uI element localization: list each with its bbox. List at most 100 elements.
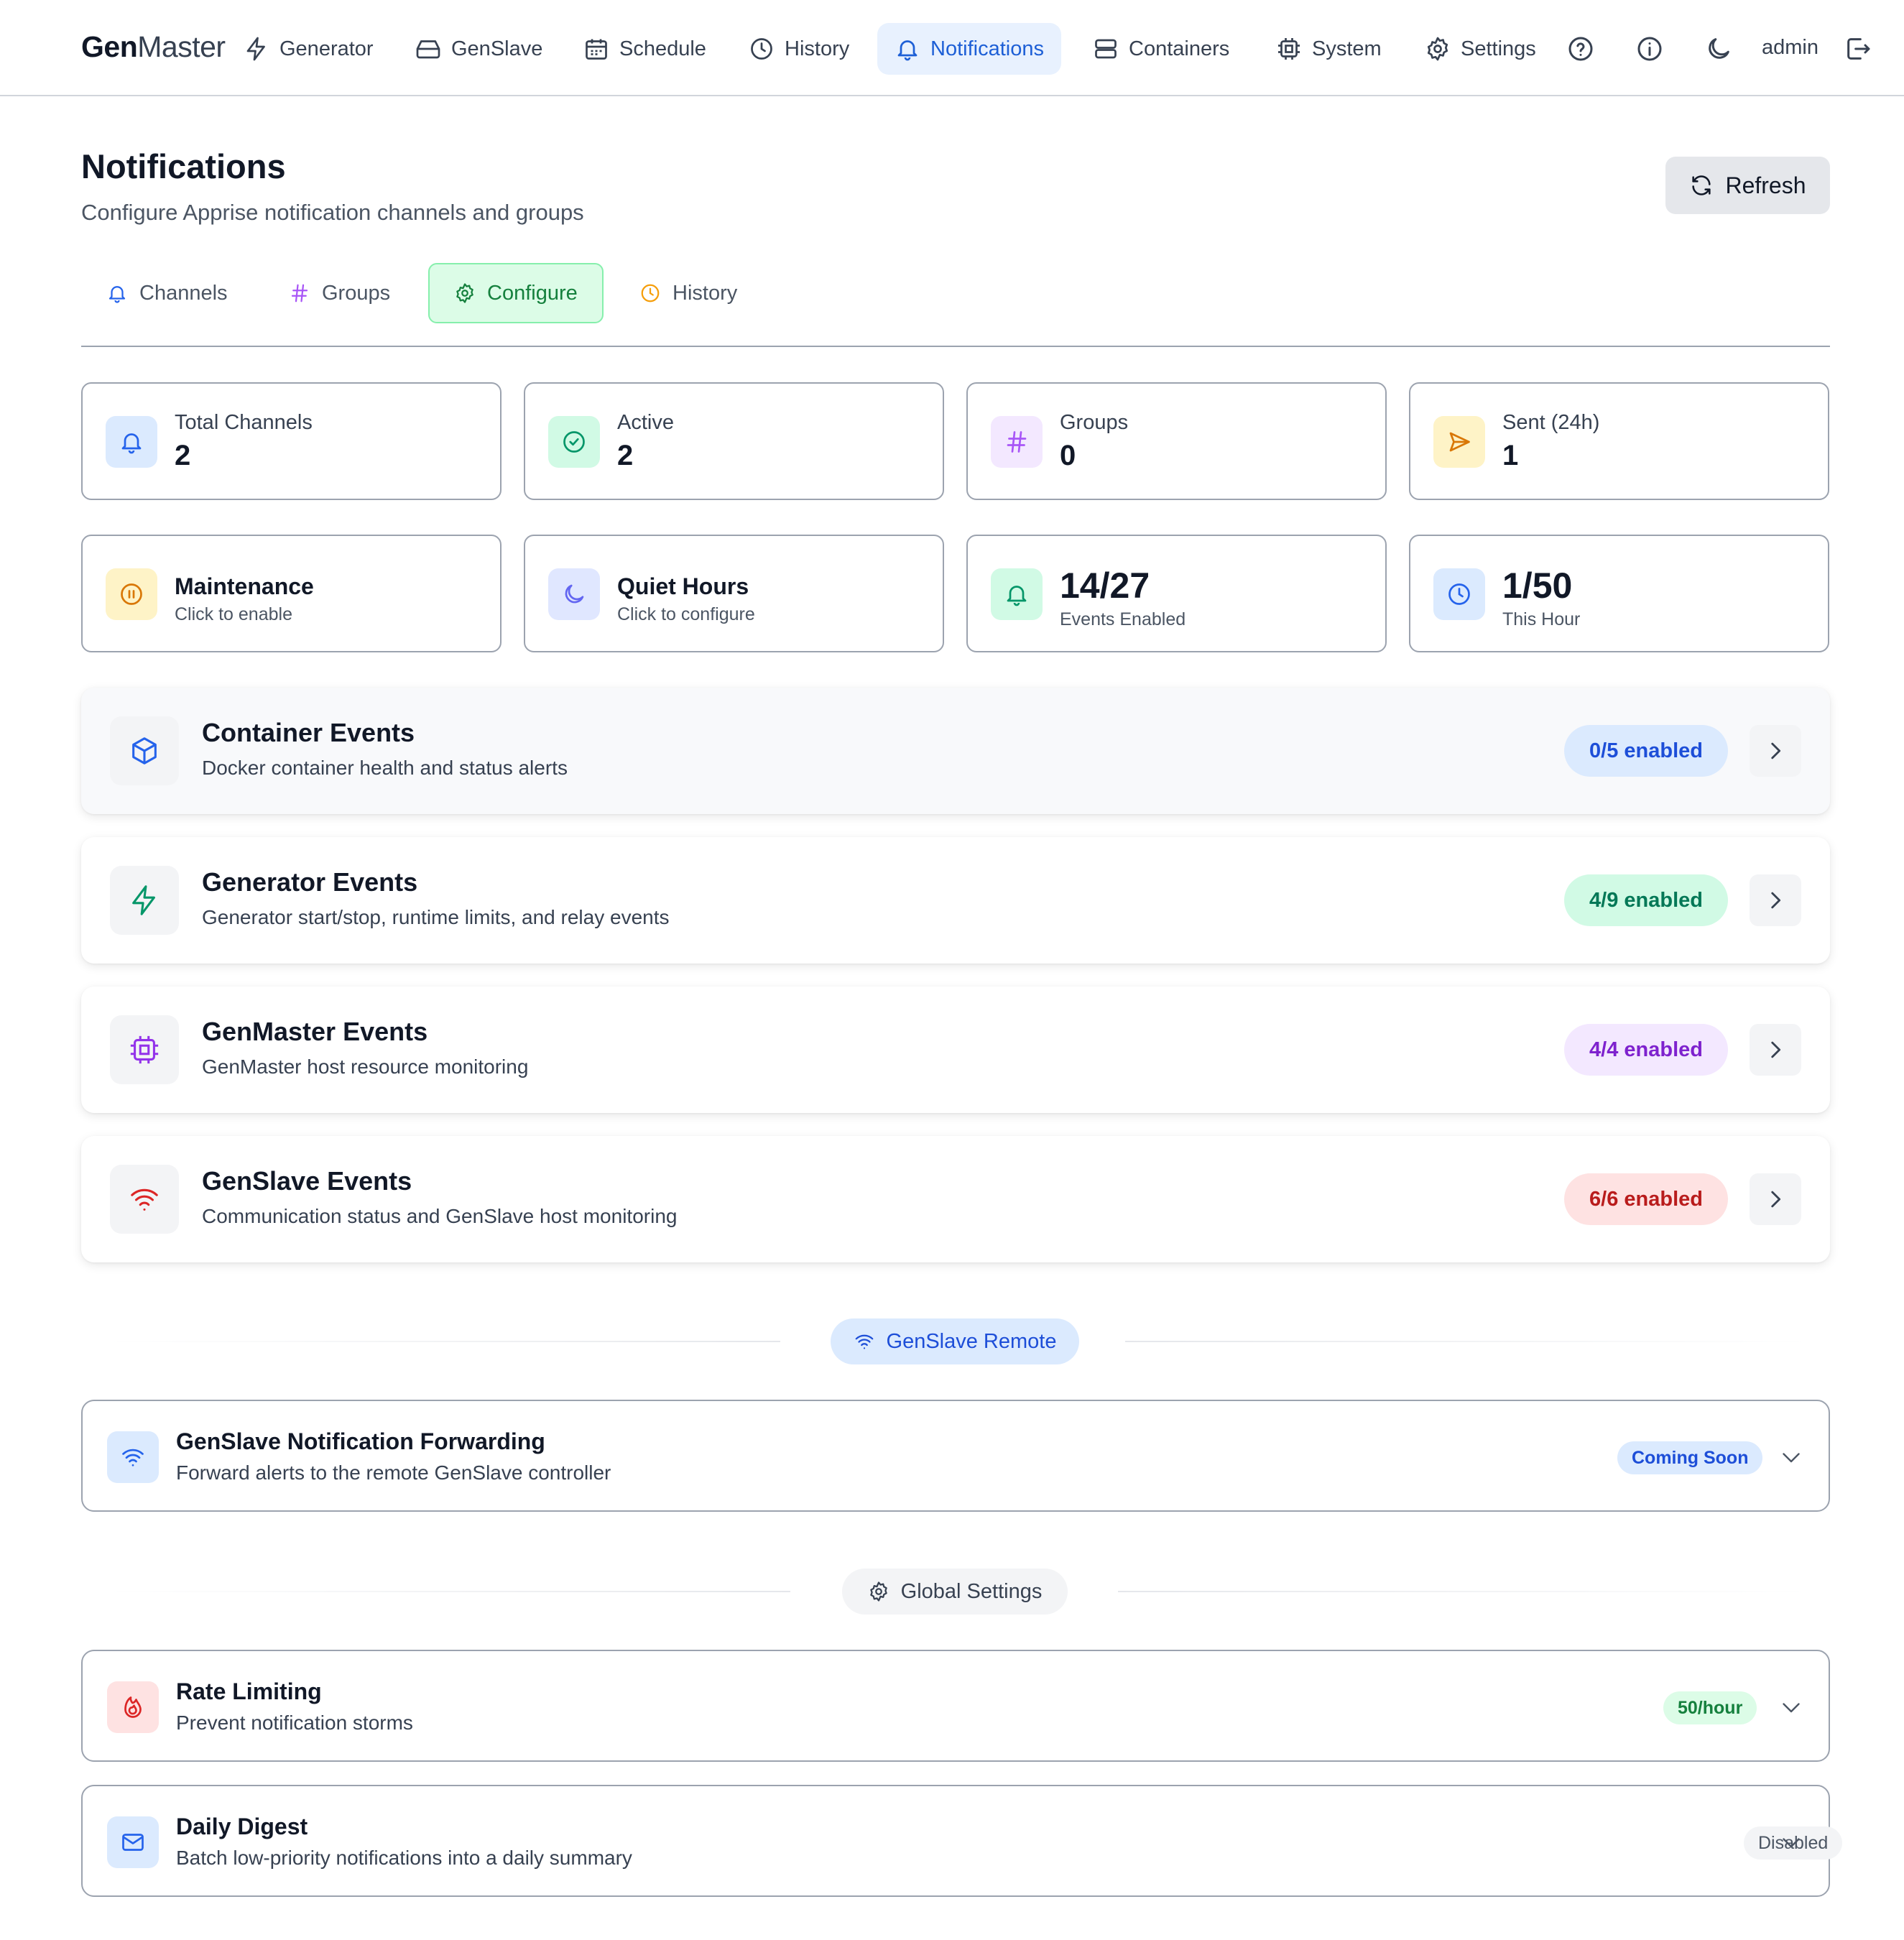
refresh-label: Refresh	[1725, 172, 1806, 198]
setting-description: Batch low-priority notifications into a …	[176, 1847, 632, 1869]
tab-groups[interactable]: Groups	[264, 263, 415, 323]
stat-total-channels: Total Channels 2	[81, 382, 502, 500]
page-subtitle: Configure Apprise notification channels …	[81, 200, 584, 225]
section-label-genslave-remote: GenSlave Remote	[831, 1318, 1079, 1364]
server-icon	[1095, 39, 1117, 59]
category-title: Generator Events	[202, 867, 418, 897]
nav-label: Generator	[279, 37, 374, 60]
brand-logo[interactable]: GenMaster	[81, 30, 226, 64]
category-generator-events[interactable]: Generator Events Generator start/stop, r…	[81, 837, 1830, 964]
bolt-icon	[110, 866, 179, 935]
category-description: Docker container health and status alert…	[202, 757, 568, 779]
bell-icon	[106, 416, 157, 468]
tab-channels[interactable]: Channels	[82, 263, 252, 323]
help-icon[interactable]	[1566, 34, 1595, 63]
nav-containers[interactable]: Containers	[1076, 23, 1247, 75]
logout-icon[interactable]	[1844, 34, 1872, 63]
moon-icon[interactable]	[1704, 34, 1733, 63]
refresh-icon	[1692, 175, 1711, 195]
nav-label: Settings	[1461, 37, 1536, 60]
rate-limit-badge: 50/hour	[1663, 1691, 1757, 1724]
category-title: Container Events	[202, 718, 415, 747]
section-divider-line	[108, 1591, 790, 1592]
tab-divider	[81, 346, 1830, 347]
nav-schedule[interactable]: Schedule	[566, 23, 724, 75]
nav-label: Schedule	[619, 37, 706, 60]
tab-history[interactable]: History	[615, 263, 762, 323]
check-circle-icon	[548, 416, 600, 468]
stat-label: Sent (24h)	[1502, 411, 1600, 434]
enabled-count-badge: 6/6 enabled	[1564, 1173, 1728, 1225]
chevron-down-icon[interactable]	[1778, 1444, 1804, 1470]
section-label-global-settings: Global Settings	[842, 1569, 1068, 1615]
maintenance-title: Maintenance	[175, 573, 314, 599]
quiet-hours-subtitle: Click to configure	[617, 604, 755, 624]
enabled-count-badge: 0/5 enabled	[1564, 725, 1728, 777]
mail-icon	[107, 1816, 159, 1868]
chevron-down-icon[interactable]	[1778, 1829, 1804, 1855]
category-description: Communication status and GenSlave host m…	[202, 1205, 678, 1227]
chevron-right-icon	[1771, 1041, 1781, 1058]
nav-generator[interactable]: Generator	[226, 23, 391, 75]
coming-soon-badge: Coming Soon	[1617, 1441, 1763, 1474]
stat-label: Events Enabled	[1060, 609, 1186, 629]
setting-title: Rate Limiting	[176, 1678, 322, 1704]
page-title: Notifications	[81, 147, 286, 185]
tab-label: History	[673, 281, 738, 305]
gear-icon	[456, 283, 473, 303]
nav-notifications[interactable]: Notifications	[877, 23, 1061, 75]
top-navigation: GenMaster Generator GenSlave Schedule Hi…	[0, 0, 1904, 96]
setting-description: Prevent notification storms	[176, 1712, 413, 1734]
category-description: Generator start/stop, runtime limits, an…	[202, 906, 670, 928]
stat-this-hour: 1/50 This Hour	[1409, 535, 1829, 652]
hash-icon	[291, 284, 308, 302]
section-label: GenSlave Remote	[886, 1329, 1057, 1353]
daily-digest-row[interactable]: Daily Digest Batch low-priority notifica…	[81, 1785, 1843, 1897]
nav-system[interactable]: System	[1259, 23, 1399, 75]
info-icon[interactable]	[1635, 34, 1664, 63]
chevron-down-icon[interactable]	[1778, 1694, 1804, 1720]
refresh-button[interactable]: Refresh	[1665, 157, 1830, 214]
expand-button[interactable]	[1750, 874, 1801, 926]
quiet-hours-card[interactable]: Quiet Hours Click to configure	[524, 535, 944, 652]
bell-icon	[897, 40, 918, 61]
category-genmaster-events[interactable]: GenMaster Events GenMaster host resource…	[81, 987, 1830, 1113]
hard-drive-icon	[416, 40, 440, 59]
bell-icon	[991, 568, 1043, 620]
nav-label: History	[785, 37, 850, 60]
section-label: Global Settings	[900, 1579, 1043, 1603]
nav-genslave[interactable]: GenSlave	[398, 23, 560, 75]
bell-icon	[108, 286, 126, 303]
nav-history[interactable]: History	[731, 23, 866, 75]
wifi-icon	[855, 1334, 873, 1349]
nav-label: GenSlave	[451, 37, 543, 60]
stat-value: 2	[617, 440, 634, 471]
enabled-count-badge: 4/9 enabled	[1564, 874, 1728, 926]
tab-label: Groups	[322, 281, 391, 305]
wifi-icon	[110, 1165, 179, 1234]
section-divider-line	[1125, 1341, 1808, 1342]
category-genslave-events[interactable]: GenSlave Events Communication status and…	[81, 1136, 1830, 1262]
expand-button[interactable]	[1750, 725, 1801, 777]
nav-settings[interactable]: Settings	[1408, 23, 1553, 75]
expand-button[interactable]	[1750, 1173, 1801, 1225]
rate-limiting-row[interactable]: Rate Limiting Prevent notification storm…	[81, 1650, 1830, 1762]
maintenance-subtitle: Click to enable	[175, 604, 292, 624]
stat-value: 2	[175, 440, 191, 471]
clock-icon	[1433, 568, 1485, 620]
setting-title: GenSlave Notification Forwarding	[176, 1428, 545, 1454]
enabled-count-badge: 4/4 enabled	[1564, 1024, 1728, 1076]
category-container-events[interactable]: Container Events Docker container health…	[81, 688, 1830, 814]
category-title: GenMaster Events	[202, 1017, 428, 1046]
current-user[interactable]: admin	[1762, 36, 1818, 60]
forwarding-row[interactable]: GenSlave Notification Forwarding Forward…	[81, 1400, 1830, 1512]
tab-configure[interactable]: Configure	[428, 263, 604, 323]
send-icon	[1433, 416, 1485, 468]
stat-label: This Hour	[1502, 609, 1581, 629]
quiet-hours-title: Quiet Hours	[617, 573, 749, 599]
setting-description: Forward alerts to the remote GenSlave co…	[176, 1461, 611, 1484]
expand-button[interactable]	[1750, 1024, 1801, 1076]
cpu-icon	[1278, 38, 1300, 60]
maintenance-card[interactable]: Maintenance Click to enable	[81, 535, 502, 652]
clock-icon	[751, 38, 772, 60]
